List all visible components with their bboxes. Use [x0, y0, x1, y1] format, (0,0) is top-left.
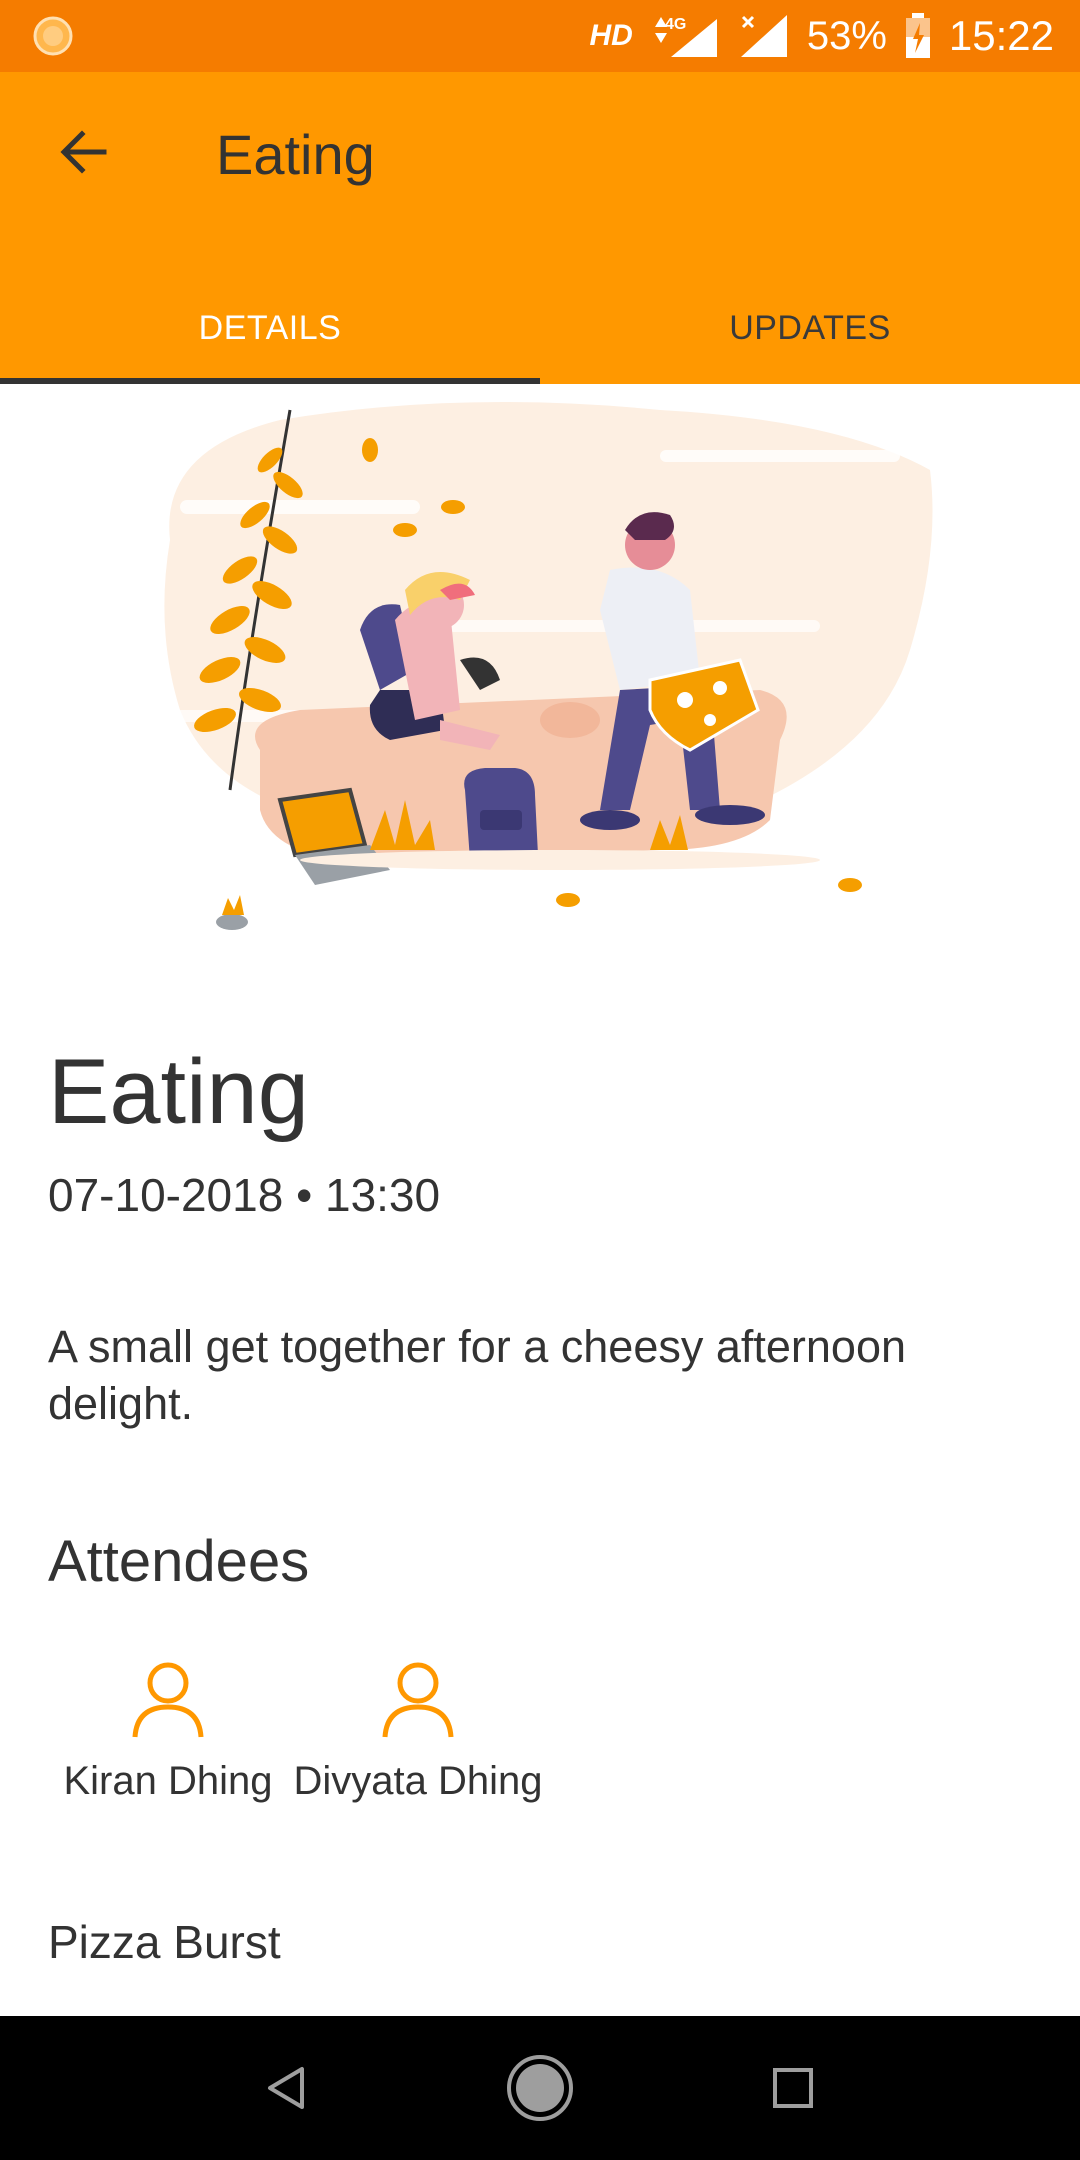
- attendees-list: Kiran Dhing Divyata Dhing: [48, 1655, 543, 1804]
- tab-indicator: [0, 378, 540, 384]
- tab-details-label: DETAILS: [198, 308, 342, 347]
- svg-text:4G: 4G: [665, 16, 686, 33]
- arrow-back-icon: [60, 130, 107, 174]
- status-left: [30, 13, 76, 59]
- toolbar: Eating: [0, 72, 1080, 242]
- app-bar: Eating DETAILS UPDATES: [0, 72, 1080, 384]
- battery-percent: 53%: [806, 13, 887, 58]
- event-venue: Pizza Burst: [48, 1916, 281, 1968]
- event-time: 13:30: [324, 1169, 441, 1221]
- battery-charging-icon: [905, 13, 930, 58]
- tab-bar: DETAILS UPDATES: [0, 272, 1080, 384]
- attendees-heading: Attendees: [48, 1529, 310, 1594]
- tab-details[interactable]: DETAILS: [0, 272, 540, 384]
- event-date: 07-10-2018: [48, 1169, 284, 1221]
- person-icon: [382, 1662, 454, 1738]
- system-nav-bar: [0, 2016, 1080, 2160]
- status-bar: HD 4G 53% 15:22: [0, 0, 1080, 72]
- event-title: Eating: [48, 1041, 309, 1143]
- status-right: HD 4G 53% 15:22: [589, 12, 1054, 60]
- network-hd-label: HD: [589, 19, 633, 52]
- person-icon: [132, 1662, 204, 1738]
- signal-no-sim-icon: [740, 15, 787, 57]
- back-triangle-icon: [267, 2067, 304, 2109]
- event-datetime-separator: •: [296, 1169, 313, 1221]
- attendee-item[interactable]: Kiran Dhing: [48, 1655, 288, 1804]
- picnic-illustration: [160, 402, 933, 930]
- app-title: Eating: [216, 123, 375, 186]
- attendee-item[interactable]: Divyata Dhing: [294, 1655, 543, 1804]
- tab-updates[interactable]: UPDATES: [540, 272, 1080, 384]
- signal-4g-icon: 4G: [654, 16, 717, 57]
- notification-sun-icon: [33, 16, 73, 56]
- nav-home-button[interactable]: [495, 2043, 585, 2133]
- tab-updates-label: UPDATES: [729, 308, 891, 347]
- hero-illustration: [140, 390, 940, 950]
- attendee-name: Divyata Dhing: [293, 1759, 543, 1803]
- clock: 15:22: [948, 12, 1054, 59]
- event-datetime: 07-10-2018 • 13:30: [48, 1168, 440, 1222]
- back-button[interactable]: [44, 112, 124, 192]
- nav-recents-button[interactable]: [748, 2043, 838, 2133]
- recents-square-icon: [773, 2068, 814, 2108]
- event-description: A small get together for a cheesy aftern…: [48, 1321, 907, 1429]
- attendee-name: Kiran Dhing: [63, 1759, 273, 1803]
- home-circle-icon: [506, 2055, 573, 2121]
- nav-back-button[interactable]: [242, 2043, 332, 2133]
